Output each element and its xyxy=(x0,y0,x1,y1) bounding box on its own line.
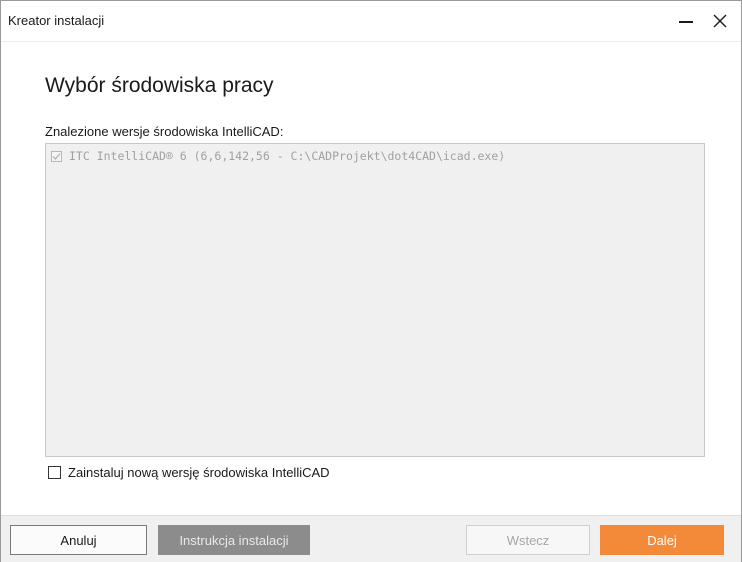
minimize-button[interactable] xyxy=(669,5,703,37)
page-title: Wybór środowiska pracy xyxy=(45,74,274,97)
close-button[interactable] xyxy=(703,5,737,37)
installer-window: Kreator instalacji Wybór środowiska prac… xyxy=(0,0,742,562)
environment-list-label: Znalezione wersje środowiska IntelliCAD: xyxy=(45,124,284,139)
environment-list-item: ITC IntelliCAD® 6 (6,6,142,56 - C:\CADPr… xyxy=(51,149,505,163)
checkmark-icon xyxy=(52,152,61,160)
footer-bar: Anuluj Instrukcja instalacji Wstecz Dale… xyxy=(1,515,741,562)
environment-checkbox xyxy=(51,150,62,162)
title-bar: Kreator instalacji xyxy=(1,1,741,42)
close-icon xyxy=(713,14,727,28)
install-new-option[interactable]: Zainstaluj nową wersję środowiska Intell… xyxy=(48,465,330,480)
next-button[interactable]: Dalej xyxy=(600,525,724,555)
installation-guide-button[interactable]: Instrukcja instalacji xyxy=(158,525,310,555)
install-new-label[interactable]: Zainstaluj nową wersję środowiska Intell… xyxy=(68,465,330,480)
minimize-icon xyxy=(679,21,693,23)
install-new-checkbox[interactable] xyxy=(48,466,61,479)
environment-label: ITC IntelliCAD® 6 (6,6,142,56 - C:\CADPr… xyxy=(69,149,506,163)
cancel-button[interactable]: Anuluj xyxy=(10,525,147,555)
environment-list[interactable]: ITC IntelliCAD® 6 (6,6,142,56 - C:\CADPr… xyxy=(45,143,705,457)
back-button[interactable]: Wstecz xyxy=(466,525,590,555)
window-title: Kreator instalacji xyxy=(8,13,105,28)
